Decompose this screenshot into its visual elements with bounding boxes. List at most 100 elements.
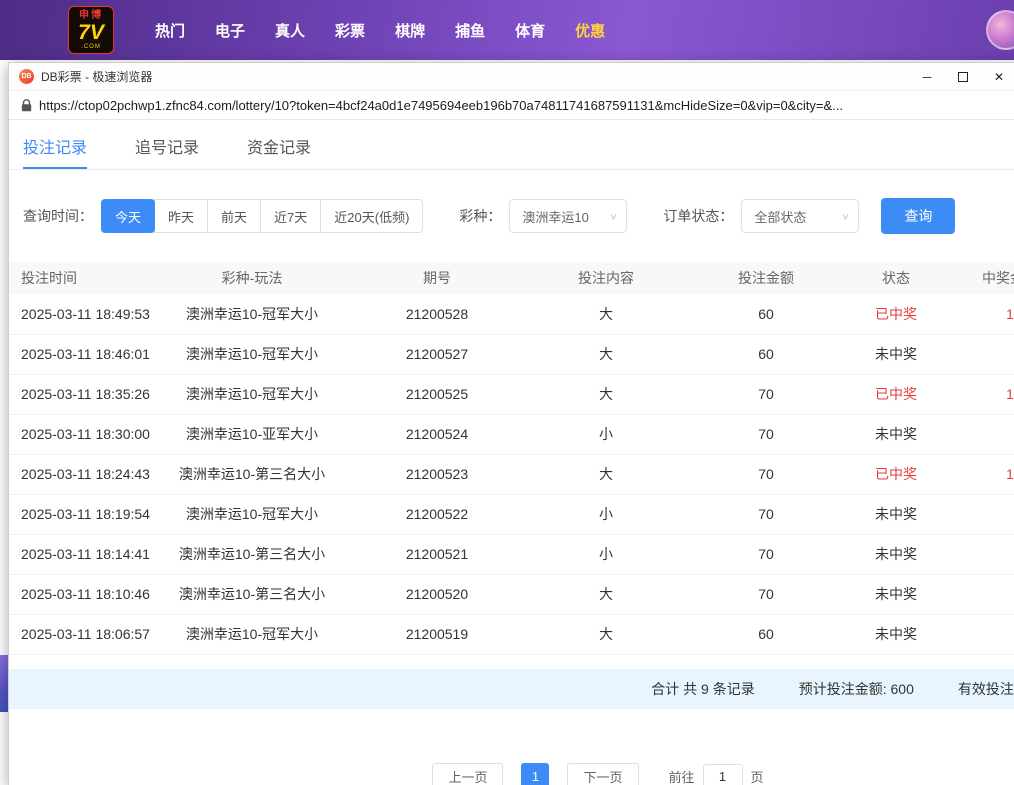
cell-bet-time: 2025-03-11 18:46:01 [9, 334, 157, 374]
lottery-page: 投注记录 追号记录 资金记录 查询时间： 今天 昨天 前天 近7天 近20天(低… [9, 120, 1014, 785]
tab-fund-records[interactable]: 资金记录 [247, 124, 311, 169]
maximize-button[interactable] [945, 63, 981, 90]
cell-play: 澳洲幸运10-第三名大小 [157, 534, 347, 574]
time-option-yesterday[interactable]: 昨天 [154, 199, 208, 233]
cell-play: 澳洲幸运10-冠军大小 [157, 334, 347, 374]
time-option-day-before[interactable]: 前天 [207, 199, 261, 233]
tab-bet-records[interactable]: 投注记录 [23, 124, 87, 169]
cell-amount: 70 [685, 534, 847, 574]
goto-suffix: 页 [751, 767, 764, 785]
nav-item-hot[interactable]: 热门 [140, 20, 200, 41]
cell-win-amount [945, 574, 1014, 614]
cell-bet-time: 2025-03-11 18:19:54 [9, 494, 157, 534]
cell-play: 澳洲幸运10-冠军大小 [157, 294, 347, 334]
nav-item-live[interactable]: 真人 [260, 20, 320, 41]
close-button[interactable]: ✕ [981, 63, 1014, 90]
header-issue: 期号 [347, 262, 527, 294]
cell-content: 大 [527, 334, 685, 374]
cell-amount: 70 [685, 494, 847, 534]
prev-page-button[interactable]: 上一页 [432, 763, 503, 785]
cell-win-amount: 1 [945, 454, 1014, 494]
cell-status: 未中奖 [847, 534, 945, 574]
cell-issue: 21200527 [347, 334, 527, 374]
header-win-amount: 中奖金额 [945, 262, 1014, 294]
cell-issue: 21200525 [347, 374, 527, 414]
cell-amount: 70 [685, 374, 847, 414]
goto-page: 前往 页 [669, 764, 764, 785]
cell-status: 已中奖 [847, 454, 945, 494]
header-amount: 投注金额 [685, 262, 847, 294]
cell-issue: 21200521 [347, 534, 527, 574]
cell-amount: 60 [685, 614, 847, 654]
time-option-today[interactable]: 今天 [101, 199, 155, 233]
summary-valid-amount: 有效投注金额: 600 [958, 679, 1014, 699]
nav-item-fishing[interactable]: 捕鱼 [440, 20, 500, 41]
cell-status: 已中奖 [847, 374, 945, 414]
summary-bar: 合计 共 9 条记录 预计投注金额: 600 有效投注金额: 600 [9, 669, 1014, 709]
user-avatar[interactable] [986, 10, 1014, 50]
bet-table-body: 2025-03-11 18:49:53澳洲幸运10-冠军大小21200528大6… [9, 294, 1014, 654]
tab-chase-records[interactable]: 追号记录 [135, 124, 199, 169]
cell-play: 澳洲幸运10-冠军大小 [157, 494, 347, 534]
time-filter-label: 查询时间： [23, 206, 93, 226]
nav-item-board[interactable]: 棋牌 [380, 20, 440, 41]
cell-win-amount [945, 494, 1014, 534]
nav-item-sports[interactable]: 体育 [500, 20, 560, 41]
logo-text-top: 申博 [79, 11, 103, 21]
table-row: 2025-03-11 18:19:54澳洲幸运10-冠军大小21200522小7… [9, 494, 1014, 534]
logo-text-main: 7V [78, 22, 104, 43]
cell-amount: 70 [685, 414, 847, 454]
cell-amount: 60 [685, 294, 847, 334]
summary-record-count: 合计 共 9 条记录 [651, 679, 754, 699]
cell-content: 大 [527, 454, 685, 494]
cell-win-amount [945, 414, 1014, 454]
nav-item-lottery[interactable]: 彩票 [320, 20, 380, 41]
cell-amount: 60 [685, 334, 847, 374]
page-number-1[interactable]: 1 [521, 763, 549, 785]
address-bar: https://ctop02pchwp1.zfnc84.com/lottery/… [9, 91, 1014, 120]
status-filter-label: 订单状态： [663, 206, 733, 226]
cell-bet-time: 2025-03-11 18:49:53 [9, 294, 157, 334]
time-option-7days[interactable]: 近7天 [260, 199, 321, 233]
bet-table-wrap: 投注时间 彩种-玩法 期号 投注内容 投注金额 状态 中奖金额 2025-03-… [9, 262, 1014, 655]
cell-bet-time: 2025-03-11 18:06:57 [9, 614, 157, 654]
cell-win-amount [945, 614, 1014, 654]
lottery-select[interactable]: 澳洲幸运10 ∨ [509, 199, 627, 233]
browser-window: DB DB彩票 - 极速浏览器 ─ ✕ https://ctop02pchwp1… [8, 62, 1014, 785]
cell-content: 小 [527, 534, 685, 574]
window-title: DB彩票 - 极速浏览器 [41, 68, 152, 85]
next-page-button[interactable]: 下一页 [567, 763, 638, 785]
maximize-icon [958, 72, 968, 82]
table-row: 2025-03-11 18:49:53澳洲幸运10-冠军大小21200528大6… [9, 294, 1014, 334]
cell-content: 大 [527, 374, 685, 414]
table-row: 2025-03-11 18:24:43澳洲幸运10-第三名大小21200523大… [9, 454, 1014, 494]
site-logo[interactable]: 申博 7V .COM [68, 6, 114, 54]
nav-item-slots[interactable]: 电子 [200, 20, 260, 41]
record-tabs: 投注记录 追号记录 资金记录 [9, 124, 1014, 170]
cell-content: 大 [527, 574, 685, 614]
site-nav: 热门 电子 真人 彩票 棋牌 捕鱼 体育 优惠 [140, 20, 620, 41]
time-option-20days[interactable]: 近20天(低频) [320, 199, 423, 233]
search-button[interactable]: 查询 [881, 198, 955, 234]
goto-label: 前往 [669, 767, 695, 785]
cell-bet-time: 2025-03-11 18:30:00 [9, 414, 157, 454]
nav-item-promo[interactable]: 优惠 [560, 20, 620, 41]
order-status-select[interactable]: 全部状态 ∨ [741, 199, 859, 233]
lock-icon [21, 99, 32, 112]
table-row: 2025-03-11 18:46:01澳洲幸运10-冠军大小21200527大6… [9, 334, 1014, 374]
cell-win-amount [945, 334, 1014, 374]
cell-content: 小 [527, 494, 685, 534]
header-status: 状态 [847, 262, 945, 294]
status-select-value: 全部状态 [754, 207, 806, 226]
filter-bar: 查询时间： 今天 昨天 前天 近7天 近20天(低频) 彩种： 澳洲幸运10 ∨… [23, 198, 1003, 234]
url-input[interactable]: https://ctop02pchwp1.zfnc84.com/lottery/… [39, 98, 1005, 113]
cell-status: 未中奖 [847, 334, 945, 374]
time-filter-group: 今天 昨天 前天 近7天 近20天(低频) [101, 199, 423, 233]
goto-page-input[interactable] [703, 764, 743, 785]
minimize-button[interactable]: ─ [909, 63, 945, 90]
table-row: 2025-03-11 18:06:57澳洲幸运10-冠军大小21200519大6… [9, 614, 1014, 654]
cell-status: 未中奖 [847, 414, 945, 454]
cell-win-amount [945, 534, 1014, 574]
cell-status: 未中奖 [847, 614, 945, 654]
cell-amount: 70 [685, 454, 847, 494]
